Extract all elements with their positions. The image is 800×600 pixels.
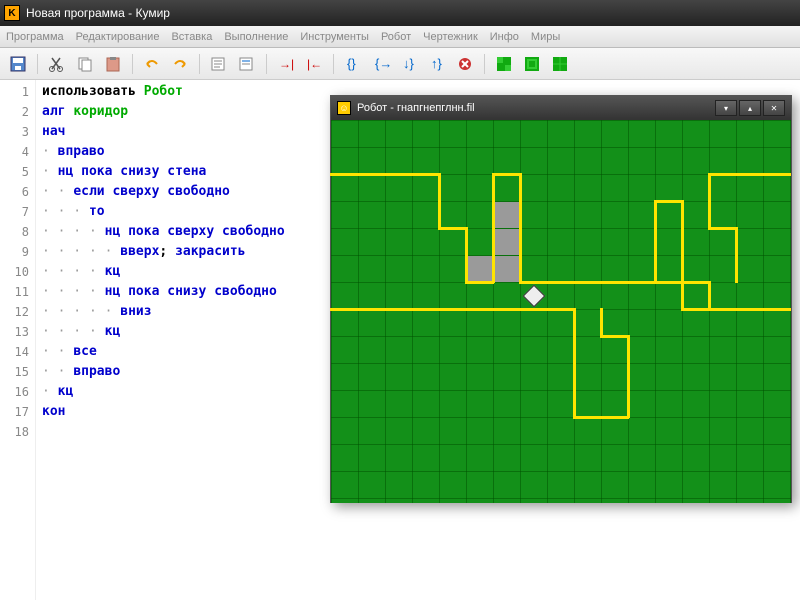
wall [492,173,521,176]
line-number: 18 [0,422,35,442]
indent-in-icon[interactable]: |← [302,52,326,76]
menu-чертежник[interactable]: Чертежник [423,31,478,43]
line-number: 3 [0,122,35,142]
wall [708,227,737,230]
painted-cell [494,256,520,282]
wall [438,227,467,230]
svg-text:↑}: ↑} [431,56,443,71]
step-icon[interactable]: {→ [369,52,393,76]
wall [708,281,711,310]
minimize-button[interactable]: ▾ [715,100,737,116]
wall [735,227,738,283]
wall [573,416,629,419]
line-number: 1 [0,82,35,102]
maximize-button[interactable]: ▴ [739,100,761,116]
painted-cell [467,256,493,282]
find-icon[interactable] [207,52,231,76]
menu-bar: Программа Редактирование Вставка Выполнение… [0,26,800,48]
line-number: 17 [0,402,35,422]
line-number: 8 [0,222,35,242]
menu-инструменты[interactable]: Инструменты [300,31,369,43]
redo-icon[interactable] [168,52,192,76]
grid1-icon[interactable] [492,52,516,76]
line-number: 16 [0,382,35,402]
wall [654,281,710,284]
wall [654,200,683,203]
line-number: 15 [0,362,35,382]
menu-инфо[interactable]: Инфо [490,31,519,43]
menu-программа[interactable]: Программа [6,31,64,43]
line-number: 2 [0,102,35,122]
line-number: 9 [0,242,35,262]
wall [600,335,629,338]
painted-cell [494,202,520,228]
indent-out-icon[interactable]: →| [274,52,298,76]
line-number: 14 [0,342,35,362]
painted-cell [494,229,520,255]
line-number: 7 [0,202,35,222]
line-number: 11 [0,282,35,302]
wall [330,173,440,176]
wall [465,254,468,283]
svg-text:{}: {} [347,56,356,71]
line-number: 6 [0,182,35,202]
robot-field[interactable] [331,120,791,503]
wall [708,173,711,229]
wall [465,227,468,256]
wall [627,335,630,418]
save-icon[interactable] [6,52,30,76]
svg-text:↓}: ↓} [403,56,415,71]
wall [573,308,576,418]
step-out-icon[interactable]: ↑} [425,52,449,76]
svg-text:|←: |← [307,57,322,71]
robot-window-title: Робот - гнапгнепглнн.fil [357,102,475,114]
line-number: 4 [0,142,35,162]
wall [708,173,791,176]
svg-text:{→: {→ [375,56,390,71]
robot-window[interactable]: ☺ Робот - гнапгнепглнн.fil ▾▴✕ [330,95,792,503]
grid2-icon[interactable] [520,52,544,76]
step-into-icon[interactable]: ↓} [397,52,421,76]
window-title: Новая программа - Кумир [26,6,170,20]
wall [519,173,522,283]
undo-icon[interactable] [140,52,164,76]
toolbar: →| |← {} {→ ↓} ↑} [0,48,800,80]
menu-вставка[interactable]: Вставка [171,31,212,43]
app-icon: K [4,5,20,21]
wall [654,200,657,283]
wall [438,173,441,229]
line-number: 12 [0,302,35,322]
line-number: 13 [0,322,35,342]
paste-icon[interactable] [101,52,125,76]
wall [519,281,656,284]
wall [681,308,791,311]
cut-icon[interactable] [45,52,69,76]
wall [681,200,684,310]
menu-робот[interactable]: Робот [381,31,411,43]
line-number-gutter: 123456789101112131415161718 [0,80,36,600]
svg-text:→|: →| [279,57,294,71]
menu-миры[interactable]: Миры [531,31,560,43]
menu-редактирование[interactable]: Редактирование [76,31,160,43]
run-icon[interactable]: {} [341,52,365,76]
copy-icon[interactable] [73,52,97,76]
line-number: 5 [0,162,35,182]
line-number: 10 [0,262,35,282]
stop-icon[interactable] [453,52,477,76]
menu-выполнение[interactable]: Выполнение [224,31,288,43]
robot-icon: ☺ [337,101,351,115]
close-button[interactable]: ✕ [763,100,785,116]
replace-icon[interactable] [235,52,259,76]
grid3-icon[interactable] [548,52,572,76]
wall [465,281,494,284]
robot-title-bar[interactable]: ☺ Робот - гнапгнепглнн.fil ▾▴✕ [331,96,791,120]
wall [492,173,495,283]
wall [519,308,575,311]
title-bar: K Новая программа - Кумир [0,0,800,26]
wall [600,308,603,337]
editor-area: 123456789101112131415161718 использовать… [0,80,800,600]
wall [330,308,521,311]
